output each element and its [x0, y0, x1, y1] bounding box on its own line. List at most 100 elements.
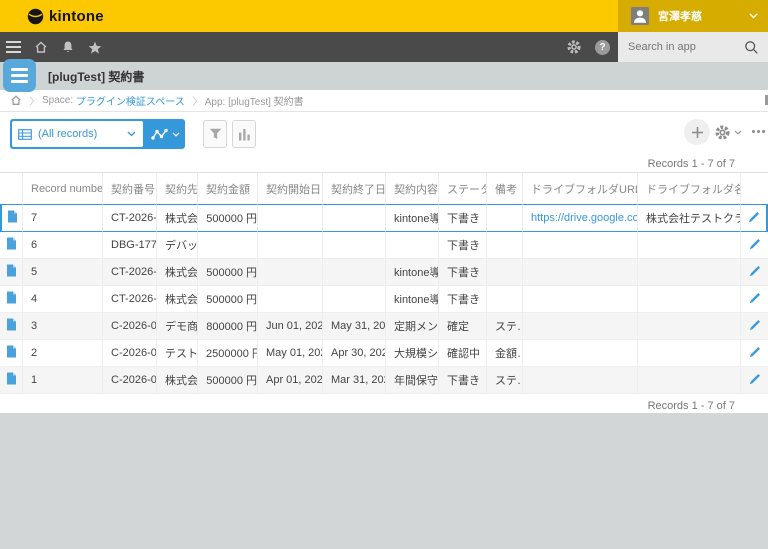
- open-record-cell[interactable]: [0, 232, 23, 259]
- breadcrumb-space-prefix: Space:: [42, 95, 73, 106]
- edit-record-cell[interactable]: [741, 232, 768, 259]
- edit-record-cell[interactable]: [741, 286, 768, 313]
- table-row[interactable]: 4CT-2026-…株式会…500000 円kintone導…下書き: [0, 286, 768, 313]
- drive-folder-link[interactable]: https://drive.google.com/…: [531, 212, 638, 224]
- record-document-icon[interactable]: [6, 372, 17, 385]
- table-cell: 株式会…: [157, 367, 198, 394]
- open-record-cell[interactable]: [0, 340, 23, 367]
- table-cell: 下書き: [439, 367, 487, 394]
- table-row[interactable]: 2C-2026-0…テスト…2500000 円May 01, 2026Apr 3…: [0, 340, 768, 367]
- graph-button[interactable]: [232, 120, 256, 148]
- edit-pencil-icon[interactable]: [749, 238, 761, 250]
- person-icon: [631, 7, 649, 25]
- chevron-down-icon: [127, 131, 136, 137]
- table-row[interactable]: 3C-2026-0…デモ商店800000 円Jun 01, 2026May 31…: [0, 313, 768, 340]
- chevron-right-icon: [29, 96, 35, 106]
- edit-record-cell[interactable]: [741, 367, 768, 394]
- edit-pencil-icon[interactable]: [748, 211, 760, 223]
- breadcrumb-space-link[interactable]: プラグイン検証スペース: [76, 93, 185, 108]
- records-count-bottom: Records 1 - 7 of 7: [0, 398, 768, 413]
- add-record-button[interactable]: [684, 119, 710, 145]
- funnel-icon: [209, 128, 222, 140]
- table-cell: https://drive.google.com/…: [523, 204, 638, 232]
- settings-button[interactable]: [566, 39, 582, 55]
- app-search: [618, 32, 768, 62]
- column-header: 備考: [487, 172, 523, 204]
- table-cell: C-2026-0…: [103, 313, 157, 340]
- more-options-button[interactable]: [752, 130, 765, 133]
- table-cell: Apr 01, 2026: [258, 367, 323, 394]
- search-input[interactable]: [618, 41, 734, 53]
- table-cell: Apr 30, 2027: [323, 340, 386, 367]
- table-cell: 2: [23, 340, 103, 367]
- favorites-button[interactable]: [81, 32, 108, 62]
- table-cell: [638, 286, 741, 313]
- table-cell: 3: [23, 313, 103, 340]
- open-record-cell[interactable]: [0, 313, 23, 340]
- search-icon: [744, 40, 759, 55]
- table-cell: CT-2026-…: [103, 204, 157, 232]
- search-button[interactable]: [734, 32, 768, 62]
- edit-pencil-icon[interactable]: [749, 319, 761, 331]
- home-icon: [34, 41, 48, 54]
- record-document-icon[interactable]: [7, 210, 18, 223]
- record-document-icon[interactable]: [6, 318, 17, 331]
- record-document-icon[interactable]: [6, 345, 17, 358]
- edit-record-cell[interactable]: [741, 204, 768, 232]
- table-cell: 下書き: [439, 286, 487, 313]
- table-cell: [638, 232, 741, 259]
- table-row[interactable]: 6DBG-177…デバッ…下書き: [0, 232, 768, 259]
- help-button[interactable]: ?: [595, 40, 610, 55]
- table-cell: 金額…: [487, 340, 523, 367]
- notifications-button[interactable]: [54, 32, 81, 62]
- open-record-cell[interactable]: [0, 259, 23, 286]
- chart-view-toggle[interactable]: [145, 119, 185, 149]
- table-cell: [638, 367, 741, 394]
- edit-pencil-icon[interactable]: [749, 265, 761, 277]
- edit-pencil-icon[interactable]: [749, 346, 761, 358]
- table-cell: 500000 円: [198, 204, 258, 232]
- table-cell: 1: [23, 367, 103, 394]
- table-row[interactable]: 7CT-2026-…株式会…500000 円kintone導…下書きhttps:…: [0, 204, 768, 232]
- column-header: 契約内容: [386, 172, 439, 204]
- edit-pencil-icon[interactable]: [749, 292, 761, 304]
- edit-record-cell[interactable]: [741, 259, 768, 286]
- app-icon[interactable]: [3, 59, 36, 92]
- open-record-cell[interactable]: [0, 367, 23, 394]
- table-cell: kintone導…: [386, 204, 439, 232]
- hamburger-menu-button[interactable]: [0, 32, 27, 62]
- table-row[interactable]: 1C-2026-0…株式会…500000 円Apr 01, 2026Mar 31…: [0, 367, 768, 394]
- open-record-cell[interactable]: [0, 286, 23, 313]
- table-cell: 下書き: [439, 204, 487, 232]
- table-cell: 7: [23, 204, 103, 232]
- edit-record-cell[interactable]: [741, 340, 768, 367]
- record-document-icon[interactable]: [6, 237, 17, 250]
- table-cell: [258, 232, 323, 259]
- table-cell: 確定: [439, 313, 487, 340]
- table-cell: [523, 286, 638, 313]
- table-cell: [258, 204, 323, 232]
- table-cell: 4: [23, 286, 103, 313]
- logo-text: kintone: [49, 8, 104, 25]
- home-button[interactable]: [27, 32, 54, 62]
- home-icon: [10, 95, 22, 106]
- open-record-cell[interactable]: [0, 204, 23, 232]
- table-cell: Mar 31, 2027: [323, 367, 386, 394]
- view-selector[interactable]: (All records): [12, 121, 143, 147]
- table-cell: [258, 259, 323, 286]
- edit-record-cell[interactable]: [741, 313, 768, 340]
- table-cell: 500000 円: [198, 367, 258, 394]
- table-cell: 確認中: [439, 340, 487, 367]
- record-document-icon[interactable]: [6, 264, 17, 277]
- breadcrumb-home-button[interactable]: [10, 95, 22, 106]
- filter-button[interactable]: [203, 120, 227, 148]
- column-header: 契約先: [157, 172, 198, 204]
- kintone-logo[interactable]: kintone: [27, 8, 104, 25]
- user-menu[interactable]: 宮澤孝慈: [618, 0, 768, 32]
- edit-pencil-icon[interactable]: [749, 373, 761, 385]
- record-document-icon[interactable]: [6, 291, 17, 304]
- table-row[interactable]: 5CT-2026-…株式会…500000 円kintone導…下書き: [0, 259, 768, 286]
- kintone-record-list-screen: kintone 宮澤孝慈: [0, 0, 768, 549]
- app-settings-button[interactable]: [714, 124, 742, 141]
- selected-view-label: (All records): [38, 128, 97, 140]
